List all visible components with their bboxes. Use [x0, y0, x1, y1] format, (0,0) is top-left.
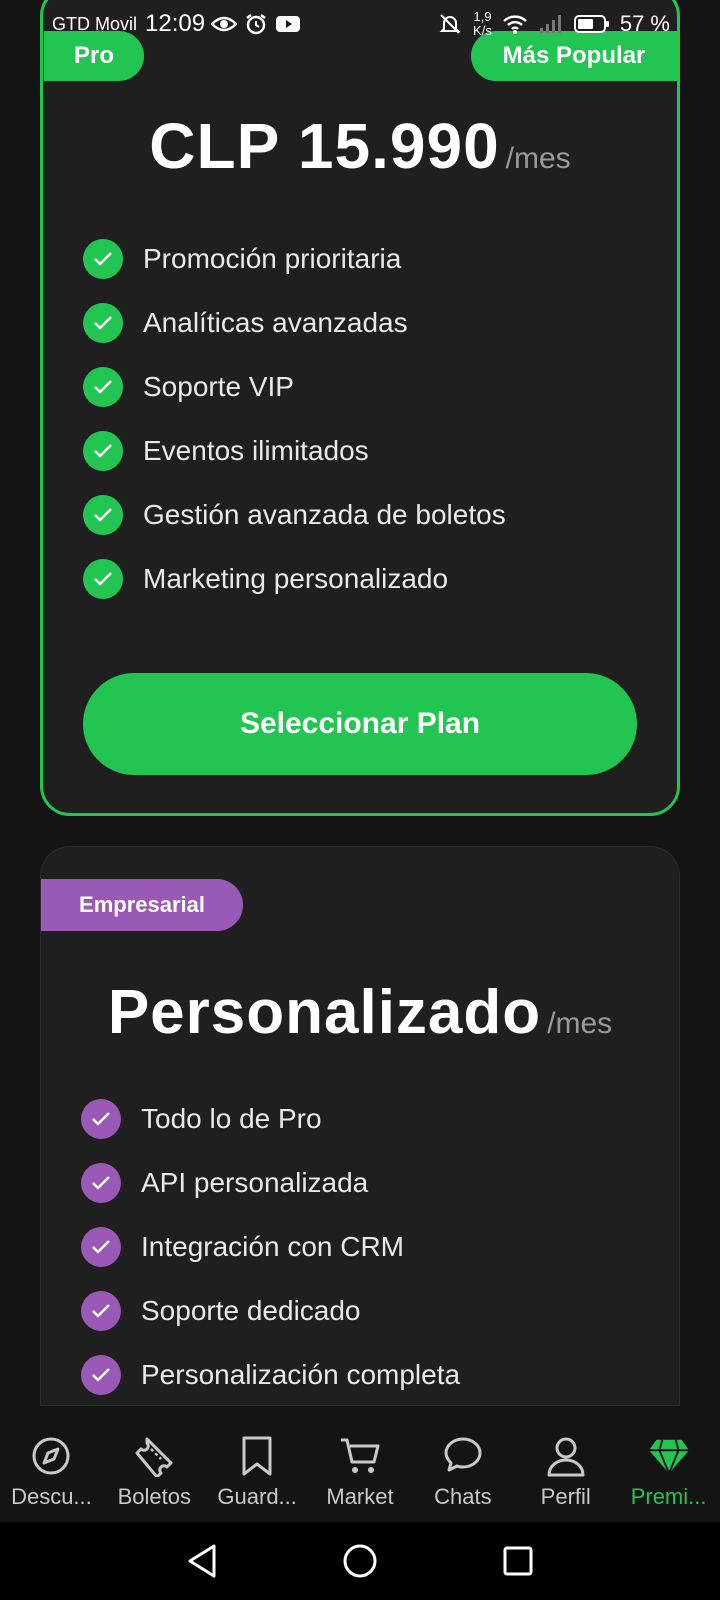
user-icon — [544, 1434, 588, 1478]
bell-off-icon — [437, 13, 463, 35]
pro-period: /mes — [505, 142, 571, 175]
diamond-icon — [647, 1434, 691, 1478]
list-item: Gestión avanzada de boletos — [83, 483, 506, 547]
list-item: Personalización completa — [81, 1343, 460, 1407]
network-speed-value: 1,9 — [473, 9, 492, 24]
enterprise-price-row: Personalizado /mes — [41, 977, 679, 1048]
nav-item-profile[interactable]: Perfil — [514, 1406, 617, 1522]
nav-item-saved[interactable]: Guard... — [206, 1406, 309, 1522]
check-icon — [81, 1099, 121, 1139]
check-icon — [81, 1291, 121, 1331]
carrier-name: GTD Movil — [52, 13, 137, 34]
list-item: Todo lo de Pro — [81, 1087, 460, 1151]
check-icon — [83, 303, 123, 343]
compass-icon — [29, 1434, 73, 1478]
nav-item-market[interactable]: Market — [309, 1406, 412, 1522]
list-item: Marketing personalizado — [83, 547, 506, 611]
enterprise-period: /mes — [547, 1007, 613, 1040]
list-item: API personalizada — [81, 1151, 460, 1215]
check-icon — [81, 1163, 121, 1203]
battery-icon — [573, 13, 610, 35]
network-speed: 1,9 K/s — [473, 10, 492, 38]
back-icon[interactable] — [182, 1541, 222, 1581]
enterprise-features-list: Todo lo de Pro API personalizada Integra… — [81, 1087, 460, 1407]
list-item: Eventos ilimitados — [83, 419, 506, 483]
feature-label: Integración con CRM — [141, 1231, 405, 1262]
status-left: GTD Movil 12:09 — [52, 10, 301, 38]
feature-label: Personalización completa — [141, 1359, 461, 1390]
feature-label: Eventos ilimitados — [143, 435, 369, 466]
home-icon[interactable] — [340, 1541, 380, 1581]
list-item: Promoción prioritaria — [83, 227, 506, 291]
pro-features-list: Promoción prioritaria Analíticas avanzad… — [83, 227, 506, 611]
nav-label: Perfil — [540, 1484, 591, 1509]
check-icon — [83, 239, 123, 279]
status-bar: GTD Movil 12:09 1,9 K/s 57 % — [0, 0, 720, 48]
chat-icon — [441, 1434, 485, 1478]
list-item: Soporte VIP — [83, 355, 506, 419]
list-item: Integración con CRM — [81, 1215, 460, 1279]
network-speed-unit: K/s — [473, 23, 492, 38]
nav-label: Descu... — [11, 1484, 92, 1509]
eye-icon — [211, 13, 238, 35]
check-icon — [83, 431, 123, 471]
pro-price-row: CLP 15.990 /mes — [43, 109, 677, 183]
nav-item-tickets[interactable]: Boletos — [103, 1406, 206, 1522]
recents-icon[interactable] — [498, 1541, 538, 1581]
system-nav-bar — [0, 1522, 720, 1600]
feature-label: Analíticas avanzadas — [143, 307, 408, 338]
feature-label: Gestión avanzada de boletos — [143, 499, 506, 530]
cart-icon — [338, 1434, 382, 1478]
status-time: 12:09 — [145, 10, 206, 37]
check-icon — [81, 1227, 121, 1267]
nav-label: Chats — [434, 1484, 492, 1509]
pro-price: CLP 15.990 — [149, 110, 500, 182]
bookmark-icon — [235, 1434, 279, 1478]
check-icon — [83, 559, 123, 599]
nav-item-premium[interactable]: Premi... — [617, 1406, 720, 1522]
nav-item-discover[interactable]: Descu... — [0, 1406, 103, 1522]
feature-label: Promoción prioritaria — [143, 243, 402, 274]
feature-label: Marketing personalizado — [143, 563, 449, 594]
ticket-icon — [132, 1434, 176, 1478]
enterprise-badge: Empresarial — [41, 879, 243, 931]
nav-label: Premi... — [630, 1484, 707, 1509]
select-plan-button[interactable]: Seleccionar Plan — [83, 673, 637, 775]
nav-label: Boletos — [117, 1484, 191, 1509]
enterprise-price: Personalizado — [107, 978, 542, 1047]
check-icon — [83, 495, 123, 535]
nav-item-chats[interactable]: Chats — [411, 1406, 514, 1522]
battery-percent: 57 % — [619, 11, 670, 36]
check-icon — [83, 367, 123, 407]
bottom-nav: Descu... Boletos Guard... Market Chats P… — [0, 1406, 720, 1522]
check-icon — [81, 1355, 121, 1395]
signal-icon — [538, 13, 564, 35]
feature-label: Soporte dedicado — [141, 1295, 361, 1326]
alarm-icon — [243, 13, 269, 35]
pro-plan-card: Pro Más Popular CLP 15.990 /mes Promoció… — [40, 0, 680, 816]
nav-label: Guard... — [217, 1484, 297, 1509]
nav-label: Market — [326, 1484, 394, 1509]
list-item: Soporte dedicado — [81, 1279, 460, 1343]
enterprise-plan-card: Empresarial Personalizado /mes Todo lo d… — [40, 846, 680, 1406]
feature-label: Todo lo de Pro — [141, 1103, 322, 1134]
wifi-icon — [502, 13, 528, 35]
list-item: Analíticas avanzadas — [83, 291, 506, 355]
feature-label: Soporte VIP — [143, 371, 294, 402]
feature-label: API personalizada — [141, 1167, 369, 1198]
youtube-icon — [275, 13, 301, 35]
status-right: 1,9 K/s 57 % — [437, 10, 670, 38]
